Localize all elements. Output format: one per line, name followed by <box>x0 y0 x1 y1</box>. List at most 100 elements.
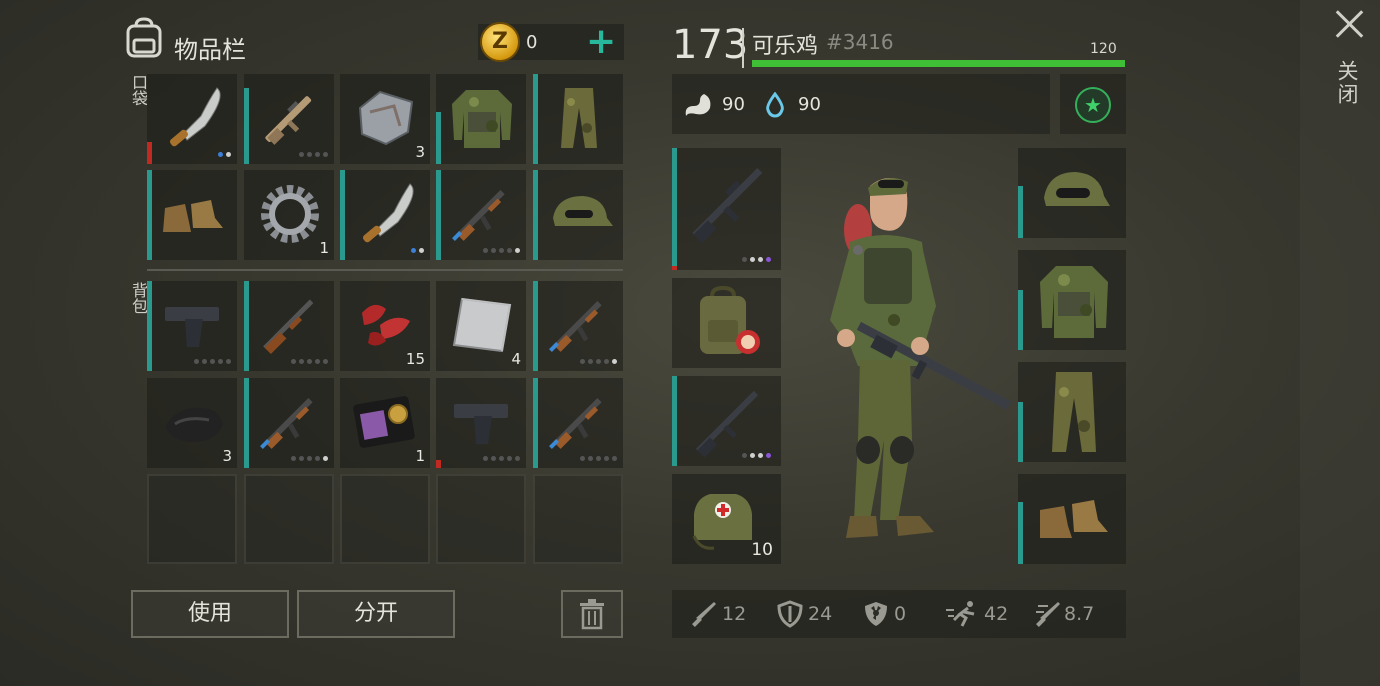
player-level: 173 <box>672 22 749 68</box>
durability-bar <box>672 376 677 466</box>
pocket-slot-jacket[interactable] <box>436 74 526 164</box>
quality-dots <box>580 359 617 364</box>
equip-backpack[interactable] <box>672 278 781 368</box>
equip-pants[interactable] <box>1018 362 1126 462</box>
durability-bar <box>147 170 152 260</box>
damage-icon <box>692 602 716 627</box>
durability-bar <box>436 112 441 164</box>
character-model <box>830 178 1012 538</box>
equip-jacket[interactable] <box>1018 250 1126 350</box>
camo-pants-icon <box>561 88 597 148</box>
close-icon[interactable] <box>1332 6 1368 42</box>
pocket-slot-machete[interactable] <box>147 74 237 164</box>
camo-cap-icon <box>1044 172 1110 206</box>
camo-pants-icon <box>1052 372 1096 452</box>
durability-bar <box>533 74 538 164</box>
split-button[interactable]: 分开 <box>297 590 455 638</box>
backpack-slot-pistol-2[interactable] <box>436 378 526 468</box>
item-count: 4 <box>511 350 521 368</box>
pocket-slot-metal[interactable]: 3 <box>340 74 430 164</box>
pocket-slot-rifle[interactable] <box>244 74 334 164</box>
damage-value: 12 <box>722 603 747 625</box>
empty-slot[interactable] <box>244 474 334 564</box>
durability-bar <box>533 170 538 260</box>
backpack-slot-steel[interactable]: 4 <box>436 281 526 371</box>
backpack-slot-pistol[interactable] <box>147 281 237 371</box>
m4-rifle-icon <box>695 390 759 458</box>
add-coins-button[interactable]: + <box>586 22 616 62</box>
equip-boots[interactable] <box>1018 474 1126 564</box>
speed-icon <box>946 601 975 627</box>
durability-bar <box>244 281 249 371</box>
quality-dots <box>742 453 771 458</box>
radiation-icon <box>865 602 887 626</box>
durability-bar <box>340 170 345 260</box>
section-divider <box>147 269 623 271</box>
coin-amount: 0 <box>526 32 538 53</box>
m4-rifle-icon <box>692 167 763 243</box>
durability-bar <box>672 266 677 270</box>
equip-secondary-weapon[interactable] <box>672 376 781 466</box>
backpack-icon <box>126 17 162 58</box>
equip-hat[interactable] <box>1018 148 1126 238</box>
boots-icon <box>163 200 223 232</box>
xp-bar-fill <box>752 60 1125 67</box>
quality-dots <box>411 248 424 253</box>
close-label[interactable]: 关闭 <box>1335 60 1362 106</box>
attack-speed-icon <box>1036 602 1060 627</box>
armor-icon <box>777 600 803 628</box>
star-icon[interactable]: ★ <box>1075 87 1111 123</box>
pistol-icon <box>165 307 219 347</box>
machete-icon <box>169 87 221 147</box>
backpack-slot-cloth[interactable]: 3 <box>147 378 237 468</box>
quality-dots <box>299 152 328 157</box>
trash-button[interactable] <box>561 590 623 638</box>
medkit-bag-icon <box>692 494 752 550</box>
item-count: 1 <box>319 239 329 257</box>
durability-bar <box>1018 290 1023 350</box>
cloth-icon <box>165 407 223 442</box>
player-name: 可乐鸡 <box>752 34 819 59</box>
inventory-title: 物品栏 <box>174 36 246 64</box>
use-button[interactable]: 使用 <box>131 590 289 638</box>
pocket-slot-cap[interactable] <box>533 170 623 260</box>
pocket-slot-pants[interactable] <box>533 74 623 164</box>
backpack-slot-badge[interactable]: 1 <box>340 378 430 468</box>
backpack-slot-ak[interactable] <box>533 281 623 371</box>
metal-plate-icon <box>358 90 414 146</box>
backpack-slot-ak-2[interactable] <box>244 378 334 468</box>
speed-value: 42 <box>984 603 1009 625</box>
armor-value: 24 <box>808 603 833 625</box>
backpack-slot-meat[interactable]: 15 <box>340 281 430 371</box>
pocket-slot-machete-2[interactable] <box>340 170 430 260</box>
durability-bar <box>147 142 152 164</box>
backpack-slot-shotgun[interactable] <box>244 281 334 371</box>
quality-dots <box>291 359 328 364</box>
xp-value: 120 <box>1090 41 1117 57</box>
empty-slot[interactable] <box>147 474 237 564</box>
durability-bar <box>244 378 249 468</box>
empty-slot[interactable] <box>340 474 430 564</box>
durability-bar <box>147 281 152 371</box>
durability-bar <box>244 88 249 164</box>
camo-jacket-icon <box>1040 266 1108 338</box>
machete-icon <box>362 183 414 243</box>
pistol-icon <box>454 404 508 444</box>
durability-bar <box>533 378 538 468</box>
assault-rifle-icon <box>265 96 312 145</box>
pocket-slot-ak[interactable] <box>436 170 526 260</box>
empty-slot[interactable] <box>436 474 526 564</box>
water-drop-icon <box>766 92 784 118</box>
gear-icon <box>261 185 319 243</box>
backpack-slot-ak-3[interactable] <box>533 378 623 468</box>
quality-dots <box>483 456 520 461</box>
equip-medkit[interactable]: 10 <box>672 474 781 564</box>
durability-bar <box>533 281 538 371</box>
item-count: 1 <box>415 447 425 465</box>
boots-icon <box>1040 500 1108 538</box>
equip-primary-weapon[interactable] <box>672 148 781 270</box>
coin-icon: Z <box>480 22 520 62</box>
pocket-slot-gear[interactable]: 1 <box>244 170 334 260</box>
empty-slot[interactable] <box>533 474 623 564</box>
pocket-slot-boots[interactable] <box>147 170 237 260</box>
